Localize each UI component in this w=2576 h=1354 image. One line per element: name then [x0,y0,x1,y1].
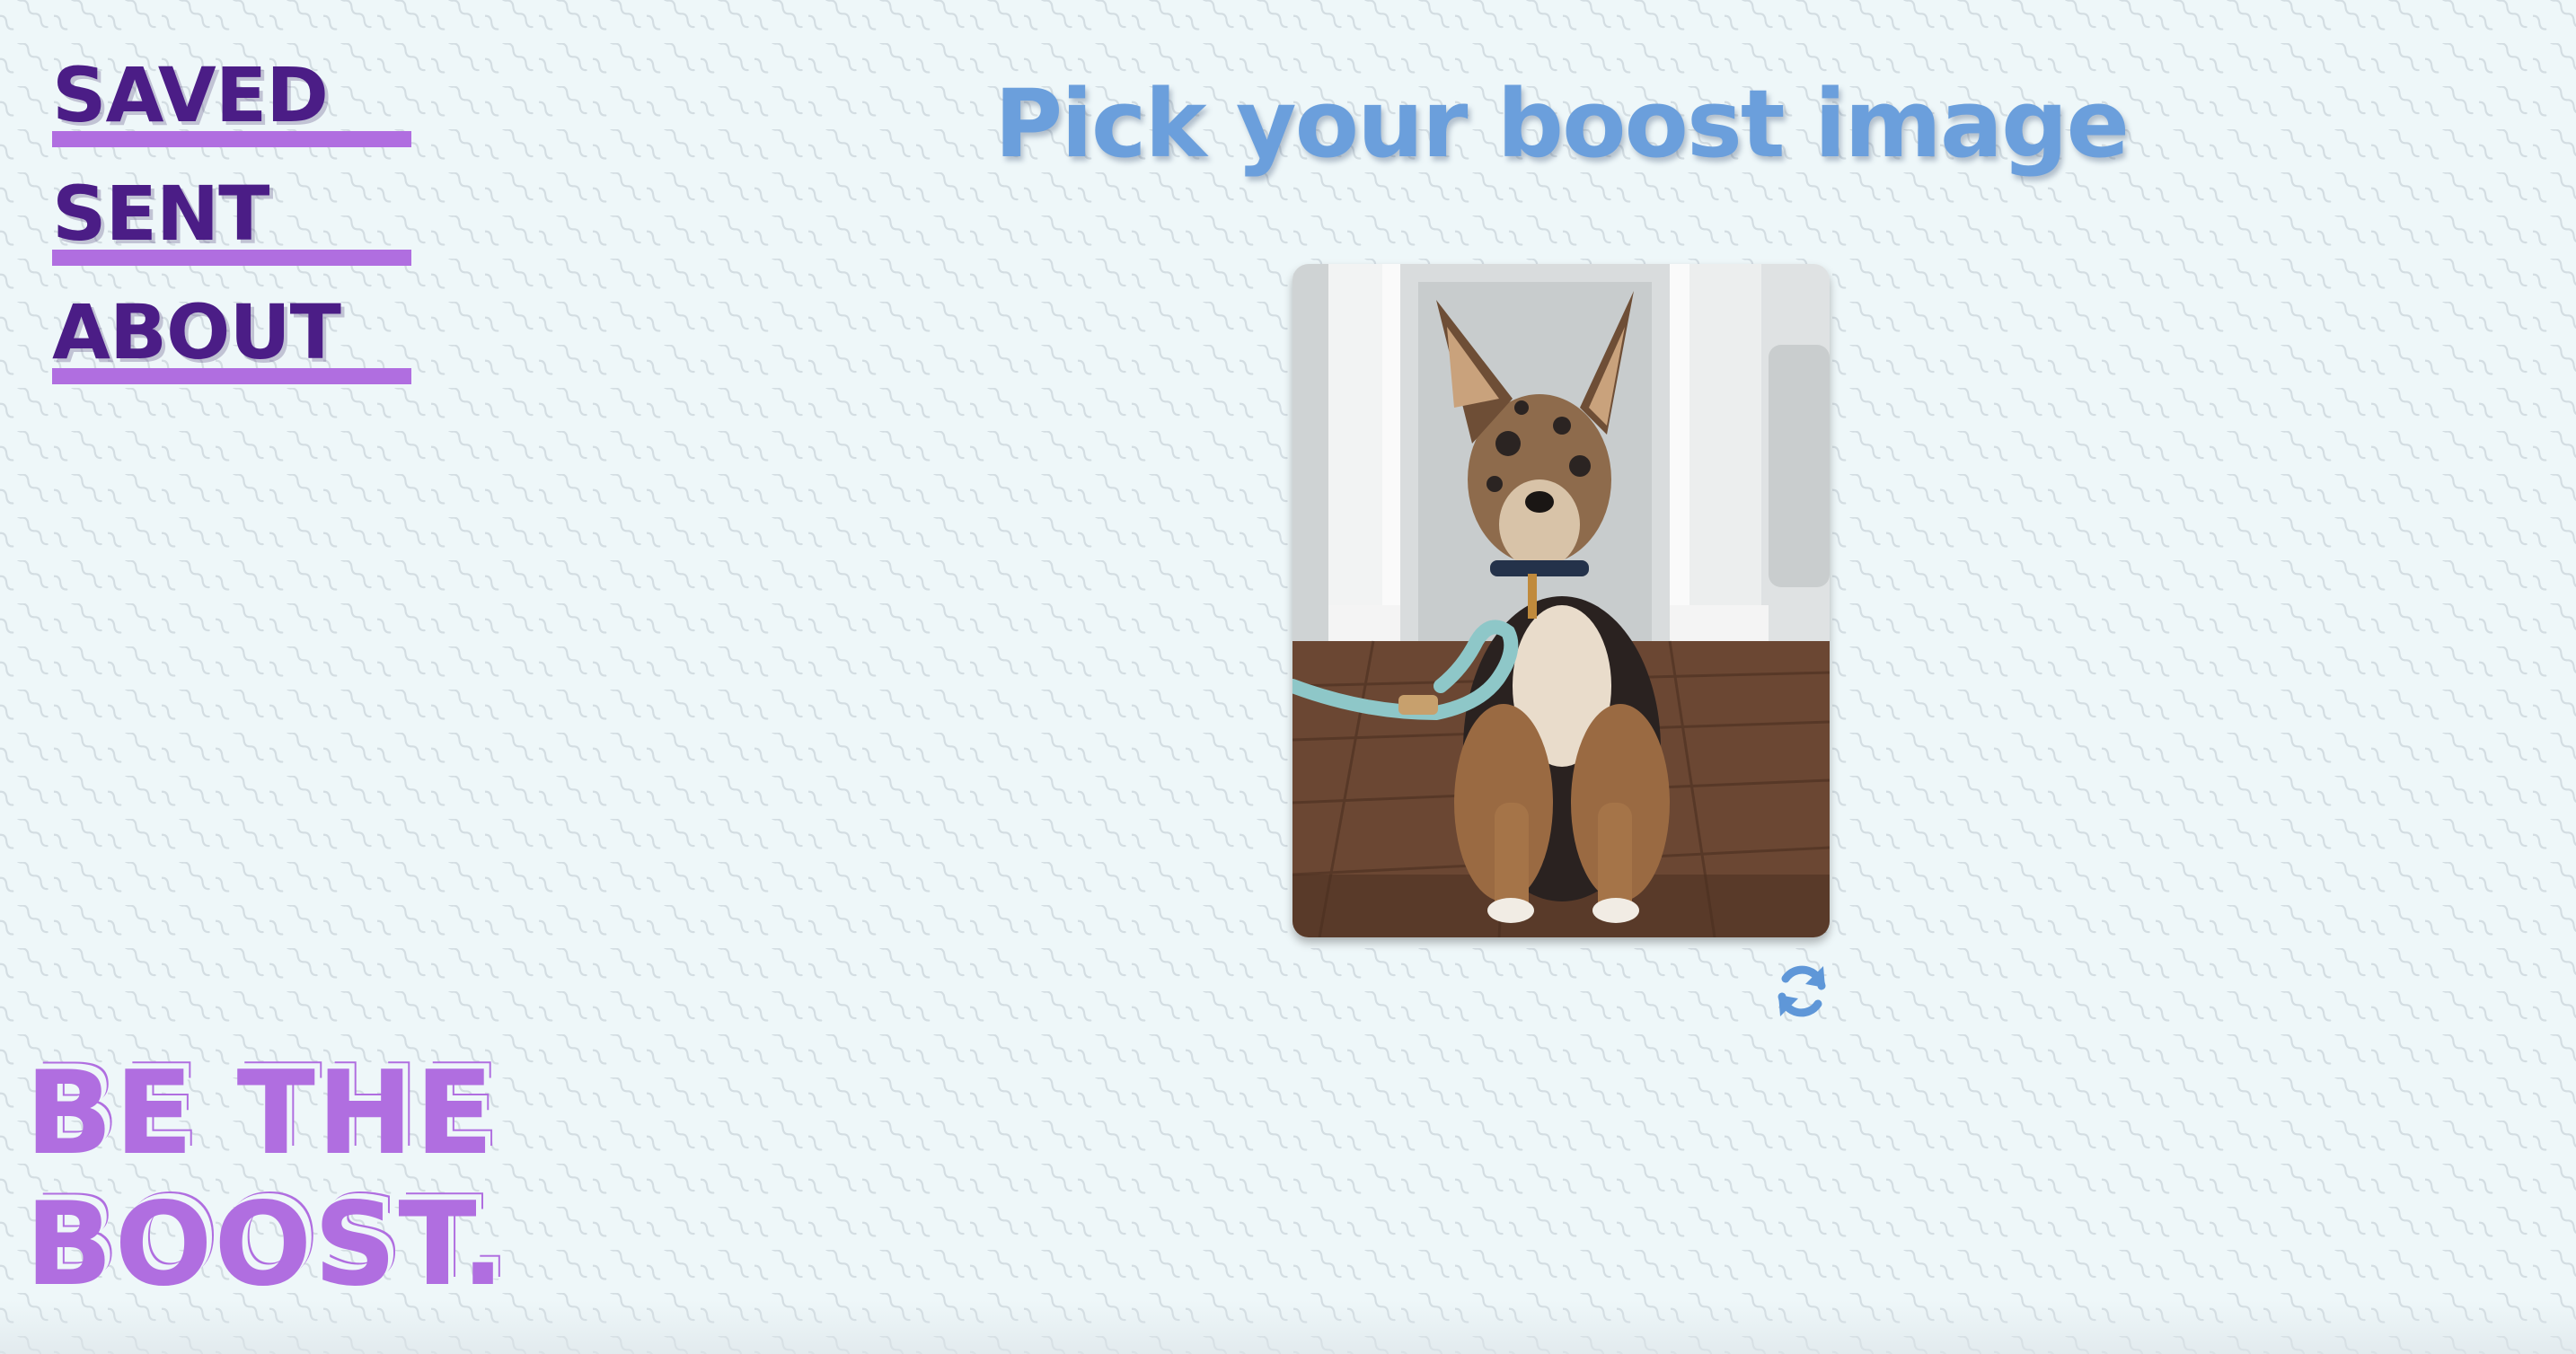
nav-about-underline [52,368,411,384]
slogan: BE THE BOOST. [25,1049,528,1311]
dog-photo [1292,264,1830,937]
boost-image[interactable] [1292,264,1830,937]
page-title: Pick your boost image [993,69,2130,179]
nav-about[interactable]: ABOUT [52,287,411,406]
slogan-line-1: BE THE [25,1047,496,1181]
nav-about-label: ABOUT [52,288,341,376]
refresh-button[interactable] [1769,959,1834,1024]
slogan-line-2: BOOST. [25,1178,507,1312]
nav-sent-underline [52,250,411,266]
refresh-icon [1778,965,1826,1017]
